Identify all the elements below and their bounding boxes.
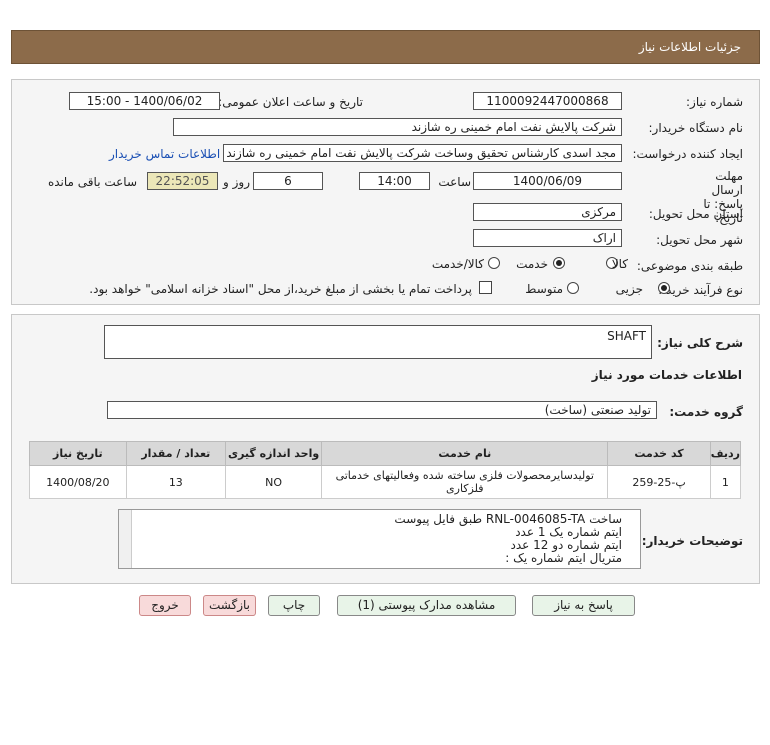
buyer-org-label: نام دستگاه خریدار: — [648, 121, 744, 135]
col-need-date: تاریخ نیاز — [29, 441, 127, 466]
col-row: ردیف — [709, 441, 742, 466]
page-title: جزئیات اطلاعات نیاز — [638, 40, 741, 54]
deadline-time-label: ساعت — [438, 175, 471, 189]
deadline-days-field: 6 — [253, 172, 323, 190]
cell-service-code: پ-25-259 — [607, 465, 711, 499]
need-number-label: شماره نیاز: — [686, 95, 743, 109]
page-header: جزئیات اطلاعات نیاز — [11, 30, 760, 64]
buyer-notes-scrollbar[interactable] — [119, 510, 132, 568]
province-label: استان محل تحویل: — [648, 207, 743, 221]
services-section-title: اطلاعات خدمات مورد نیاز — [591, 368, 742, 382]
col-service-name: نام خدمت — [321, 441, 609, 466]
reply-button[interactable]: پاسخ به نیاز — [532, 595, 635, 616]
cell-quantity: 13 — [125, 465, 226, 499]
buyer-notes-box[interactable]: ساخت RNL-0046085-TA طبق فایل پیوست ایتم … — [118, 509, 641, 569]
city-label: شهر محل تحویل: — [656, 233, 743, 247]
service-group-field: تولید صنعتی (ساخت) — [107, 401, 657, 419]
announce-label: تاریخ و ساعت اعلان عمومی: — [218, 95, 363, 109]
category-option-goods: کالا — [611, 257, 628, 271]
table-header-row: ردیف کد خدمت نام خدمت واحد اندازه گیری ت… — [29, 441, 742, 466]
print-button[interactable]: چاپ — [268, 595, 320, 616]
col-service-code: کد خدمت — [607, 441, 711, 466]
purchase-radio-minor[interactable] — [658, 282, 670, 294]
category-radio-service[interactable] — [553, 257, 565, 269]
service-group-label: گروه خدمت: — [669, 405, 743, 419]
purchase-radio-medium[interactable] — [567, 282, 579, 294]
buyer-contact-link[interactable]: اطلاعات تماس خریدار — [109, 147, 220, 161]
deadline-date-field: 1400/06/09 — [473, 172, 622, 190]
deadline-time-field: 14:00 — [359, 172, 430, 190]
attachments-button[interactable]: مشاهده مدارک پیوستی (1) — [337, 595, 516, 616]
back-button[interactable]: بازگشت — [203, 595, 256, 616]
province-field: مرکزی — [473, 203, 622, 221]
deadline-days-label: روز و — [223, 175, 250, 189]
category-option-goods-service: کالا/خدمت — [431, 257, 484, 271]
purchase-type-label: نوع فرآیند خرید : — [658, 283, 743, 297]
table-row: 1 پ-25-259 تولیدسایرمحصولات فلزی ساخته ش… — [29, 465, 742, 499]
cell-service-name: تولیدسایرمحصولات فلزی ساخته شده وفعالیته… — [321, 465, 609, 499]
col-unit: واحد اندازه گیری — [224, 441, 323, 466]
summary-field: SHAFT — [104, 325, 652, 359]
buyer-notes-line: متریال ایتم شماره یک : — [505, 551, 622, 565]
treasury-checkbox[interactable] — [479, 281, 492, 294]
purchase-option-medium: متوسط — [525, 282, 563, 296]
buyer-notes-label: توضیحات خریدار: — [641, 534, 743, 548]
announce-field: 1400/06/02 - 15:00 — [69, 92, 220, 110]
category-label: طبقه بندی موضوعی: — [636, 259, 743, 273]
cell-row: 1 — [709, 465, 742, 499]
remaining-time-field: 22:52:05 — [147, 172, 218, 190]
buyer-org-field: شرکت پالایش نفت امام خمینی ره شازند — [173, 118, 622, 136]
cell-need-date: 1400/08/20 — [29, 465, 127, 499]
cell-unit: NO — [224, 465, 323, 499]
services-table: ردیف کد خدمت نام خدمت واحد اندازه گیری ت… — [29, 441, 742, 499]
requester-field: مجد اسدی کارشناس تحقیق وساخت شرکت پالایش… — [223, 144, 622, 162]
requester-label: ایجاد کننده درخواست: — [632, 147, 743, 161]
treasury-note: پرداخت تمام یا بخشی از مبلغ خرید،از محل … — [89, 282, 472, 296]
city-field: اراک — [473, 229, 622, 247]
col-quantity: تعداد / مقدار — [125, 441, 226, 466]
remaining-time-label: ساعت باقی مانده — [47, 175, 137, 189]
category-radio-goods-service[interactable] — [488, 257, 500, 269]
exit-button[interactable]: خروج — [139, 595, 191, 616]
need-number-field: 1100092447000868 — [473, 92, 622, 110]
category-option-service: خدمت — [516, 257, 548, 271]
summary-label: شرح کلی نیاز: — [657, 336, 743, 350]
purchase-option-minor: جزیی — [615, 282, 643, 296]
